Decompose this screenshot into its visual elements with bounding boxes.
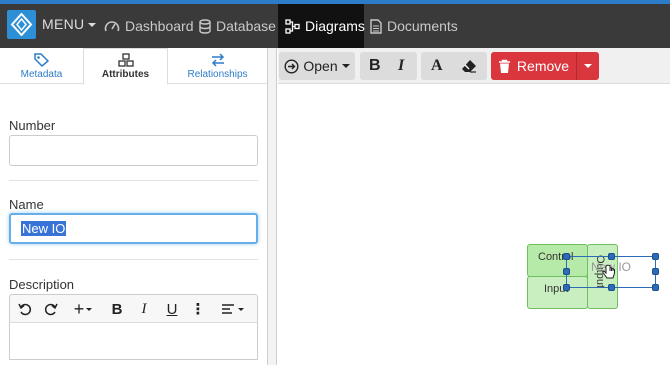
caret-down-icon: [341, 64, 350, 68]
menu-label: MENU: [42, 16, 85, 32]
document-icon: [370, 18, 382, 34]
underline-button[interactable]: U: [164, 299, 180, 319]
name-input-value: New IO: [21, 221, 67, 236]
tab-attributes-label: Attributes: [101, 69, 150, 80]
tab-metadata-label: Metadata: [20, 68, 63, 80]
nav-dashboard[interactable]: Dashboard: [104, 4, 194, 48]
italic-button[interactable]: I: [137, 299, 151, 319]
text-style-group: B I: [360, 52, 417, 80]
italic-button[interactable]: I: [398, 57, 404, 75]
description-editor-toolbar: + B I U ⋮: [9, 294, 258, 322]
nav-documents[interactable]: Documents: [370, 4, 458, 48]
tab-attributes[interactable]: Attributes: [83, 48, 168, 85]
tab-metadata[interactable]: Metadata: [0, 48, 83, 84]
nav-diagrams-label: Diagrams: [305, 18, 365, 34]
remove-options-button[interactable]: [576, 52, 599, 80]
format-group: A: [421, 52, 487, 80]
resize-handle[interactable]: [652, 284, 659, 291]
nav-diagrams[interactable]: Diagrams: [278, 4, 365, 48]
panel-splitter[interactable]: [267, 48, 277, 365]
name-label: Name: [9, 197, 44, 212]
insert-button[interactable]: +: [70, 299, 96, 319]
resize-handle[interactable]: [608, 284, 615, 291]
tag-icon: [34, 52, 49, 67]
open-label: Open: [303, 58, 338, 74]
insert-label: +: [73, 298, 85, 319]
eraser-icon[interactable]: [461, 59, 477, 73]
resize-handle[interactable]: [652, 268, 659, 275]
hand-cursor-icon: [602, 264, 615, 279]
menu-button[interactable]: MENU: [42, 16, 97, 32]
description-label: Description: [9, 277, 75, 292]
attributes-icon: [117, 53, 134, 67]
number-input[interactable]: [9, 135, 258, 166]
divider: [9, 180, 258, 181]
resize-handle[interactable]: [608, 253, 615, 260]
circle-arrow-right-icon: [284, 58, 299, 74]
bold-button[interactable]: B: [109, 299, 125, 319]
panel-tabs: Metadata Attributes Relationships: [0, 48, 267, 85]
diagram-icon: [285, 18, 300, 34]
align-left-icon: [221, 304, 234, 314]
nav-database-label: Database: [216, 18, 276, 34]
diamond-logo-icon: [10, 13, 33, 36]
caret-down-icon: [86, 307, 93, 311]
more-button[interactable]: ⋮: [191, 299, 206, 319]
canvas-toolbar: Open B I A Remove: [278, 48, 670, 84]
bold-button[interactable]: B: [369, 57, 381, 75]
resize-handle[interactable]: [563, 253, 570, 260]
input-node[interactable]: Input: [527, 276, 588, 309]
undo-button[interactable]: [16, 299, 34, 319]
app-logo[interactable]: [7, 10, 36, 39]
font-color-button[interactable]: A: [431, 57, 443, 75]
tab-relationships-label: Relationships: [187, 68, 248, 80]
description-editor[interactable]: [9, 322, 258, 360]
nav-documents-label: Documents: [387, 18, 458, 34]
nav-database[interactable]: Database: [199, 4, 276, 48]
remove-button[interactable]: Remove: [491, 52, 576, 80]
tab-relationships[interactable]: Relationships: [168, 48, 267, 84]
redo-button[interactable]: [42, 299, 60, 319]
nav-dashboard-label: Dashboard: [125, 18, 194, 34]
trash-icon: [498, 59, 510, 73]
open-button[interactable]: Open: [279, 52, 355, 80]
number-label: Number: [9, 118, 56, 133]
undo-icon: [18, 303, 32, 316]
diagram-canvas[interactable]: Control Input Output New IO: [278, 84, 670, 365]
caret-down-icon: [88, 23, 97, 28]
align-button[interactable]: [218, 299, 246, 319]
top-navbar: MENU Dashboard Database Diagrams Documen…: [0, 0, 670, 48]
caret-down-icon: [237, 307, 244, 311]
resize-handle[interactable]: [563, 268, 570, 275]
dashboard-icon: [104, 21, 120, 32]
resize-handle[interactable]: [652, 253, 659, 260]
database-icon: [199, 18, 211, 34]
name-input[interactable]: New IO: [9, 213, 258, 244]
control-node[interactable]: Control: [527, 244, 588, 277]
redo-icon: [44, 303, 58, 316]
resize-handle[interactable]: [563, 284, 570, 291]
caret-down-icon: [584, 64, 592, 68]
remove-label: Remove: [516, 58, 570, 74]
divider: [9, 259, 258, 260]
arrows-exchange-icon: [211, 52, 224, 67]
